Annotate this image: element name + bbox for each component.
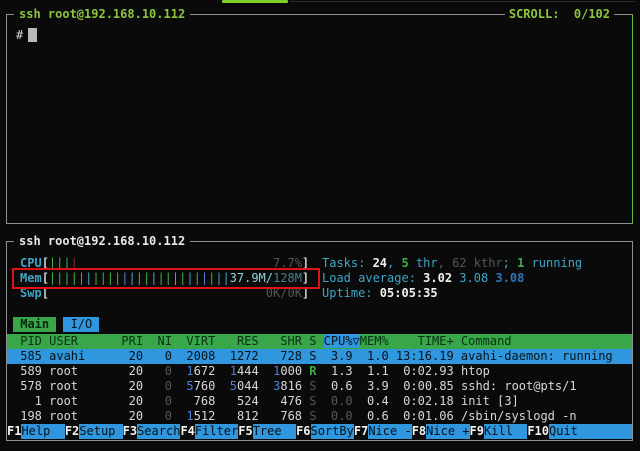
f2-setup-button[interactable]: Setup <box>79 424 122 439</box>
cpu-meter-open-bracket: [ <box>42 256 49 270</box>
f7-nice-minus-button[interactable]: Nice - <box>368 424 411 439</box>
mem-meter-value: 37.9M/128M <box>230 271 302 286</box>
bottom-pane-title: ssh root@192.168.10.112 <box>14 234 190 249</box>
mem-meter-close-bracket: ] <box>302 271 309 285</box>
cpu-meter-label: CPU <box>20 256 42 270</box>
f10-key[interactable]: F10 <box>527 424 549 439</box>
f4-key[interactable]: F4 <box>180 424 194 439</box>
f3-key[interactable]: F3 <box>123 424 137 439</box>
swp-meter-value: 0K/0K <box>266 286 302 301</box>
process-row-selected[interactable]: 585 avahi 20 0 2008 1272 728 S 3.9 1.0 1… <box>7 349 632 364</box>
process-row[interactable]: 198 root 20 0 1512 812 768 S 0.0 0.6 0:0… <box>7 409 632 424</box>
f2-key[interactable]: F2 <box>65 424 79 439</box>
f1-key[interactable]: F1 <box>7 424 21 439</box>
screen: { "top_pane": { "title": "ssh root@192.1… <box>0 0 640 451</box>
top-faint-line <box>290 1 635 2</box>
process-row[interactable]: 578 root 20 0 5760 5044 3816 S 0.6 3.9 0… <box>7 379 632 394</box>
f3-search-button[interactable]: Search <box>137 424 180 439</box>
cpu-meter-value: 7.7% <box>273 256 302 271</box>
uptime: Uptime: 05:05:35 <box>322 286 438 301</box>
tab-main[interactable]: Main <box>13 317 56 332</box>
shell-prompt-line[interactable]: # <box>16 28 37 43</box>
shell-prompt: # <box>16 28 23 42</box>
f9-key[interactable]: F9 <box>470 424 484 439</box>
mem-meter: Mem[|||||||||||||||||||||||||37.9M/128M] <box>20 271 309 286</box>
cpu-meter: CPU[|||| 7.7%] <box>20 256 309 271</box>
top-green-sliver <box>222 0 288 3</box>
mem-meter-track: |||||||||||||||||||||||||37.9M/128M <box>49 271 302 286</box>
cpu-meter-close-bracket: ] <box>302 256 309 270</box>
f7-key[interactable]: F7 <box>354 424 368 439</box>
mem-meter-label: Mem <box>20 271 42 285</box>
top-pane[interactable] <box>6 14 633 224</box>
htop-screen: CPU[||||7.7%] Mem[||||||||||||||||||||||… <box>7 242 632 440</box>
process-table-header[interactable]: PID USER PRI NI VIRT RES SHR S CPU%▽MEM%… <box>7 334 632 349</box>
tasks-summary: Tasks: 24, 5 thr, 62 kthr; 1 running <box>322 256 582 271</box>
f4-filter-button[interactable]: Filter <box>195 424 238 439</box>
swp-meter-open-bracket: [ <box>42 286 49 300</box>
terminal-cursor <box>28 28 37 42</box>
f6-key[interactable]: F6 <box>296 424 310 439</box>
mem-meter-bars: ||||||||||||||||||||||||| <box>49 271 230 285</box>
f8-nice-plus-button[interactable]: Nice + <box>426 424 469 439</box>
f8-key[interactable]: F8 <box>412 424 426 439</box>
cpu-meter-track: |||| 7.7% <box>49 256 302 271</box>
f6-sortby-button[interactable]: SortBy <box>311 424 354 439</box>
swp-meter-track: 0K/0K <box>49 286 302 301</box>
f1-help-button[interactable]: Help <box>21 424 64 439</box>
function-key-bar: F1Help F2Setup F3Search F4Filter F5Tree … <box>7 424 632 439</box>
mem-meter-open-bracket: [ <box>42 271 49 285</box>
cpu-meter-bars: |||| <box>49 256 78 270</box>
tab-io[interactable]: I/O <box>63 317 99 332</box>
process-row[interactable]: 1 root 20 0 768 524 476 S 0.0 0.4 0:02.1… <box>7 394 632 409</box>
f9-kill-button[interactable]: Kill <box>484 424 527 439</box>
top-pane-title: ssh root@192.168.10.112 <box>14 7 190 22</box>
f10-quit-button[interactable]: Quit <box>549 424 632 439</box>
swp-meter-label: Swp <box>20 286 42 300</box>
swp-meter: Swp[0K/0K] <box>20 286 309 301</box>
f5-key[interactable]: F5 <box>238 424 252 439</box>
screen-tabs: Main I/O <box>13 317 99 332</box>
process-row[interactable]: 589 root 20 0 1672 1444 1000 R 1.3 1.1 0… <box>7 364 632 379</box>
scroll-indicator: SCROLL: 0/102 <box>505 7 614 22</box>
swp-meter-close-bracket: ] <box>302 286 309 300</box>
f5-tree-button[interactable]: Tree <box>253 424 296 439</box>
load-average: Load average: 3.02 3.08 3.08 <box>322 271 524 286</box>
